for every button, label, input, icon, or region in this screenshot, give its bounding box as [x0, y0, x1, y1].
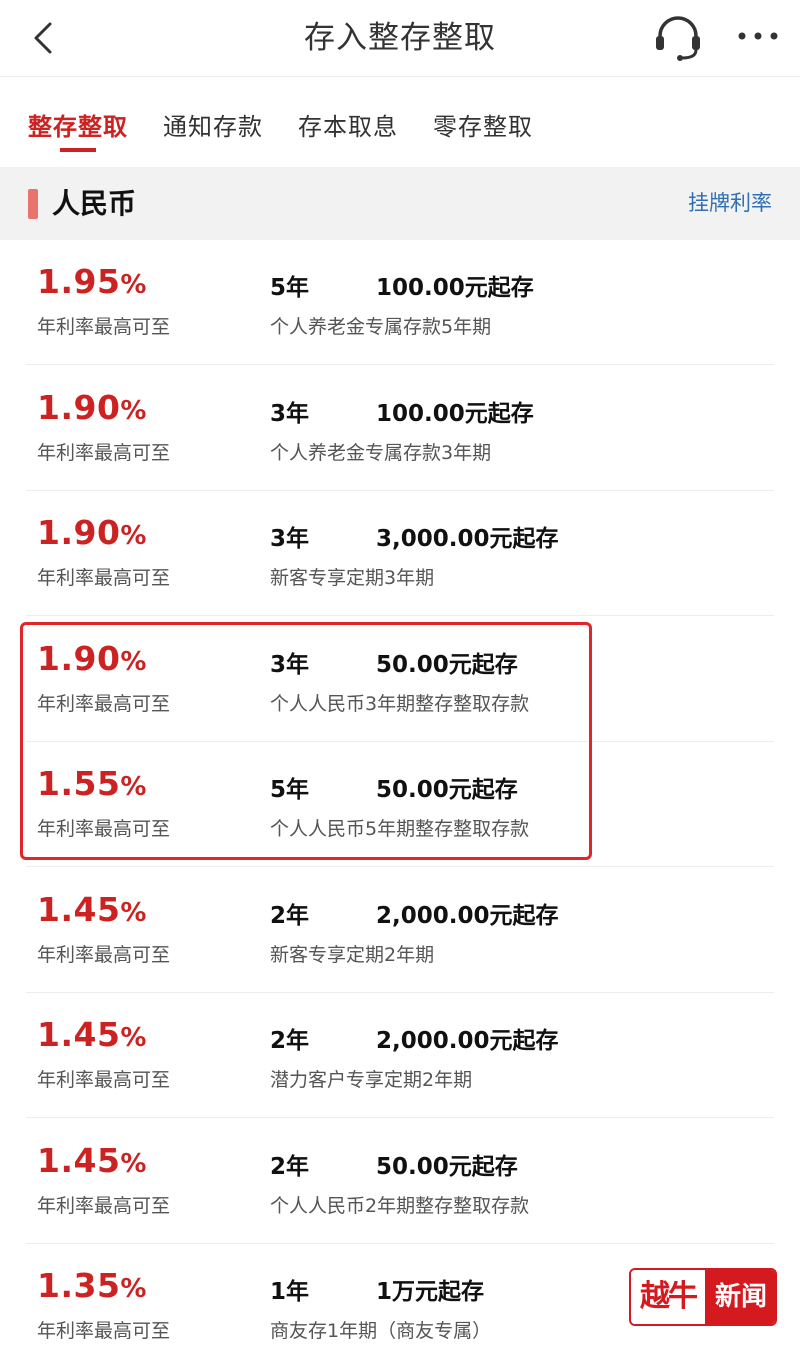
rate-label: 年利率最高可至: [37, 442, 171, 464]
product-row[interactable]: 1.90% 年利率最高可至 3年 100.00元起存 个人养老金专属存款3年期: [0, 366, 800, 491]
rate-value: 1.45%: [37, 1141, 147, 1180]
product-description: 新客专享定期3年期: [270, 567, 435, 589]
product-description: 新客专享定期2年期: [270, 944, 435, 966]
product-row[interactable]: 1.45% 年利率最高可至 2年 2,000.00元起存 潜力客户专享定期2年期: [0, 993, 800, 1118]
logo-left-text: 越牛: [631, 1270, 705, 1324]
row-divider: [26, 615, 774, 616]
product-description: 个人养老金专属存款3年期: [270, 442, 492, 464]
currency-section-header: 人民币 挂牌利率: [0, 167, 800, 240]
min-amount: 3,000.00元起存: [376, 526, 559, 552]
product-description: 潜力客户专享定期2年期: [270, 1069, 473, 1091]
product-row[interactable]: 1.95% 年利率最高可至 5年 100.00元起存 个人养老金专属存款5年期: [0, 240, 800, 365]
term: 1年: [270, 1279, 310, 1305]
min-amount: 100.00元起存: [376, 275, 534, 301]
logo-right-text: 新闻: [705, 1270, 775, 1324]
more-dots-icon[interactable]: [736, 26, 780, 46]
section-marker: [28, 189, 38, 219]
deposit-type-tabs: 整存整取 通知存款 存本取息 零存整取: [0, 77, 800, 165]
term: 5年: [270, 275, 310, 301]
rate-label: 年利率最高可至: [37, 567, 171, 589]
min-amount: 100.00元起存: [376, 401, 534, 427]
tab-principal-interest[interactable]: 存本取息: [298, 107, 398, 142]
headset-icon[interactable]: [652, 12, 704, 64]
term: 3年: [270, 401, 310, 427]
rate-label: 年利率最高可至: [37, 316, 171, 338]
rate-label: 年利率最高可至: [37, 1320, 171, 1342]
listed-rates-link[interactable]: 挂牌利率: [688, 167, 772, 240]
min-amount: 2,000.00元起存: [376, 1028, 559, 1054]
currency-label: 人民币: [52, 187, 137, 220]
rate-value: 1.45%: [37, 890, 147, 929]
rate-value: 1.95%: [37, 262, 147, 301]
term: 2年: [270, 1154, 310, 1180]
rate-value: 1.90%: [37, 513, 147, 552]
rate-label: 年利率最高可至: [37, 944, 171, 966]
product-row[interactable]: 1.45% 年利率最高可至 2年 2,000.00元起存 新客专享定期2年期: [0, 868, 800, 993]
rate-value: 1.90%: [37, 388, 147, 427]
rate-label: 年利率最高可至: [37, 1069, 171, 1091]
tab-notice-deposit[interactable]: 通知存款: [163, 107, 263, 142]
tab-lingcun-zhengqu[interactable]: 零存整取: [433, 107, 533, 142]
rate-value: 1.45%: [37, 1015, 147, 1054]
product-description: 个人养老金专属存款5年期: [270, 316, 492, 338]
rate-label: 年利率最高可至: [37, 1195, 171, 1217]
top-nav-bar: 存入整存整取: [0, 0, 800, 77]
term: 2年: [270, 903, 310, 929]
min-amount: 1万元起存: [376, 1279, 485, 1305]
term: 3年: [270, 526, 310, 552]
term: 2年: [270, 1028, 310, 1054]
product-row[interactable]: 1.90% 年利率最高可至 3年 3,000.00元起存 新客专享定期3年期: [0, 491, 800, 616]
row-divider: [26, 364, 774, 365]
row-divider: [26, 866, 774, 867]
min-amount: 50.00元起存: [376, 1154, 518, 1180]
row-divider: [26, 1117, 774, 1118]
rate-value: 1.35%: [37, 1266, 147, 1305]
min-amount: 2,000.00元起存: [376, 903, 559, 929]
product-row[interactable]: 1.45% 年利率最高可至 2年 50.00元起存 个人人民币2年期整存整取存款: [0, 1119, 800, 1244]
product-description: 商友存1年期（商友专属）: [270, 1320, 492, 1342]
tab-zhengcun-zhengqu[interactable]: 整存整取: [28, 107, 128, 142]
highlight-box: [20, 622, 592, 860]
product-description: 个人人民币2年期整存整取存款: [270, 1195, 530, 1217]
watermark-logo: 越牛 新闻: [629, 1268, 777, 1326]
active-tab-indicator: [60, 148, 96, 152]
